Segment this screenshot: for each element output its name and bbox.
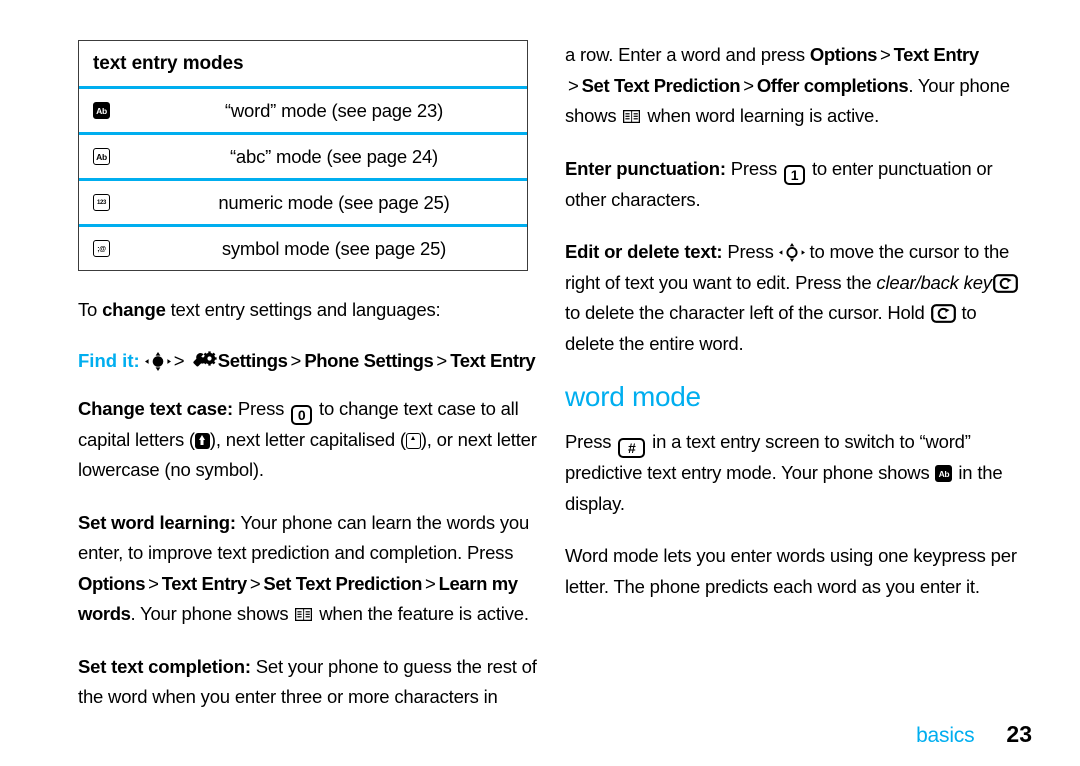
- enter-punctuation-heading: Enter punctuation:: [565, 157, 726, 179]
- word-mode-paragraph-2: Word mode lets you enter words using one…: [565, 545, 1017, 597]
- shift-once-symbol-icon: [405, 432, 421, 449]
- numeric-mode-indicator-icon: 123: [93, 194, 183, 211]
- path-separator: >: [425, 572, 436, 594]
- find-it-label: Find it:: [78, 349, 140, 371]
- edit-delete-t1: Press: [722, 241, 779, 262]
- enter-punctuation-paragraph: Enter punctuation: Press 1 to enter punc…: [565, 154, 1025, 216]
- page-footer: basics 23: [916, 721, 1032, 748]
- clear-back-key-icon: [992, 272, 1018, 293]
- path-separator: >: [148, 572, 159, 594]
- word-mode-badge-text: Ab: [93, 102, 110, 119]
- path-separator: >: [290, 349, 302, 371]
- table-row: Ab “abc” mode (see page 24): [79, 132, 527, 178]
- set-word-learning-t3: when the feature is active.: [314, 603, 529, 624]
- numeric-mode-badge-text: 123: [93, 194, 110, 211]
- continued-path-4: Offer completions: [756, 74, 909, 96]
- navigation-key-outline-icon: [778, 241, 805, 262]
- key-0-icon: 0: [291, 404, 313, 425]
- abc-mode-badge-text: Ab: [93, 148, 110, 165]
- continued-paragraph: a row. Enter a word and press Options > Te…: [565, 40, 1025, 132]
- footer-page-number: 23: [1006, 721, 1032, 747]
- word-learning-path-2: Text Entry: [161, 572, 248, 594]
- find-it-step-3: Text Entry: [450, 349, 536, 371]
- text-entry-modes-table: text entry modes Ab “word” mode (see pag…: [78, 40, 528, 271]
- word-mode-heading: word mode: [565, 381, 701, 412]
- key-1-icon: 1: [784, 164, 806, 185]
- table-row-label: numeric mode (see page 25): [218, 191, 450, 213]
- continued-path-3: Set Text Prediction: [581, 74, 741, 96]
- set-text-completion-paragraph: Set text completion: Set your phone to g…: [78, 652, 538, 713]
- intro-text-a: To: [78, 299, 103, 320]
- table-row-label: symbol mode (see page 25): [221, 237, 447, 259]
- change-text-case-paragraph: Change text case: Press 0 to change text…: [78, 394, 538, 486]
- path-separator: >: [436, 349, 448, 371]
- set-word-learning-heading: Set word learning:: [78, 511, 236, 533]
- abc-mode-indicator-icon: Ab: [93, 148, 183, 165]
- symbol-mode-indicator-icon: ;@: [93, 240, 183, 257]
- path-separator: >: [173, 349, 185, 371]
- continued-t3: when word learning is active.: [642, 105, 880, 126]
- manual-page: text entry modes Ab “word” mode (see pag…: [0, 0, 1080, 766]
- table-row: Ab “word” mode (see page 23): [79, 86, 527, 132]
- intro-paragraph: To change text entry settings and langua…: [78, 295, 538, 326]
- clear-back-key-term: clear/back key: [876, 271, 992, 293]
- table-title: text entry modes: [93, 53, 244, 74]
- word-learning-path-3: Set Text Prediction: [263, 572, 423, 594]
- clear-back-key-icon: [930, 302, 956, 323]
- navigation-key-icon: [144, 350, 171, 371]
- word-learning-book-icon: [623, 102, 641, 124]
- find-it-path: Find it: > Settings > Phone Settings > T…: [78, 346, 538, 376]
- key-hash-icon: #: [618, 438, 646, 458]
- word-mode-t1: Press: [565, 431, 617, 452]
- word-learning-path-1: Options: [78, 572, 146, 594]
- change-text-case-heading: Change text case:: [78, 397, 233, 419]
- symbol-mode-badge-text: ;@: [93, 240, 110, 257]
- find-it-step-2: Phone Settings: [304, 349, 434, 371]
- intro-text-c: text entry settings and languages:: [165, 299, 441, 320]
- footer-section-label: basics: [916, 724, 975, 747]
- word-learning-book-icon: [295, 600, 313, 622]
- right-column: a row. Enter a word and press Options > Te…: [565, 40, 1025, 766]
- left-column: text entry modes Ab “word” mode (see pag…: [78, 40, 538, 766]
- set-word-learning-t2: . Your phone shows: [130, 603, 294, 624]
- edit-delete-heading: Edit or delete text:: [565, 241, 723, 262]
- path-separator: >: [880, 44, 891, 65]
- intro-text-bold: change: [102, 299, 166, 320]
- edit-delete-text-paragraph: Edit or delete text: Press to move the c…: [565, 237, 1025, 359]
- enter-punctuation-t1: Press: [725, 157, 783, 179]
- continued-path-2: Text Entry: [893, 44, 980, 65]
- table-row-label: “word” mode (see page 23): [224, 99, 444, 121]
- path-separator: >: [249, 572, 261, 594]
- table-row: ;@ symbol mode (see page 25): [79, 224, 527, 270]
- continued-t1: a row. Enter a word and press: [565, 44, 810, 65]
- table-row: 123 numeric mode (see page 25): [79, 178, 527, 224]
- word-mode-indicator-icon: Ab: [935, 465, 953, 482]
- change-text-case-t1: Press: [232, 397, 290, 419]
- change-text-case-t3: ), next letter capitalised (: [209, 428, 406, 450]
- caps-lock-symbol-icon: [194, 432, 210, 449]
- set-word-learning-paragraph: Set word learning: Your phone can learn …: [78, 508, 538, 630]
- path-separator: >: [568, 74, 579, 96]
- continued-path-1: Options: [809, 44, 878, 65]
- path-separator: >: [743, 74, 754, 96]
- edit-delete-t3: to delete the character left of the curs…: [565, 302, 930, 323]
- word-mode-paragraph-1: Press # in a text entry screen to switch…: [565, 427, 1025, 519]
- set-text-completion-heading: Set text completion:: [78, 655, 251, 677]
- word-mode-indicator-icon: Ab: [93, 102, 183, 119]
- table-row-label: “abc” mode (see page 24): [229, 145, 439, 167]
- find-it-step-1: Settings: [217, 349, 288, 371]
- settings-gear-icon: [193, 350, 218, 370]
